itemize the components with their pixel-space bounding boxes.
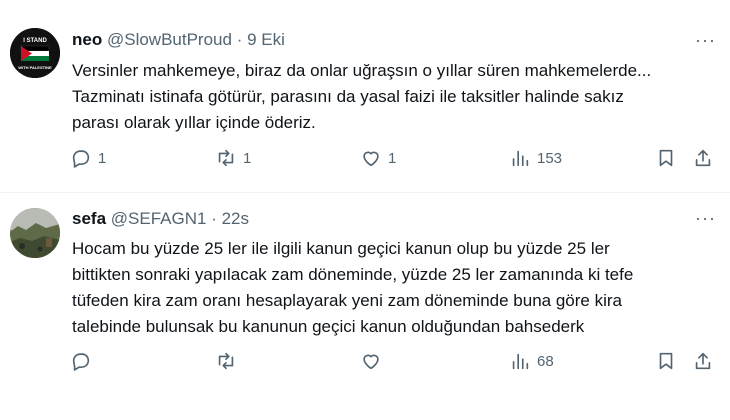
tweet-header: sefa @SEFAGN1 · 22s [72, 209, 249, 229]
share-icon [695, 352, 711, 370]
avatar-text-top: I STAND [23, 38, 47, 44]
display-name[interactable]: sefa [72, 209, 106, 228]
like-button[interactable]: 1 [360, 147, 396, 169]
more-options-button[interactable]: ··· [695, 30, 716, 51]
separator-dot: · [211, 209, 217, 228]
bookmark-button[interactable] [655, 147, 677, 169]
display-name[interactable]: neo [72, 30, 102, 49]
share-button[interactable] [692, 350, 714, 372]
tweet-text-line: talebinde bulunsak bu kanunun geçici kan… [72, 317, 585, 336]
repost-button[interactable] [215, 350, 243, 372]
timestamp[interactable]: 9 Eki [247, 30, 285, 49]
reply-button[interactable] [70, 350, 98, 372]
separator-dot: · [236, 30, 243, 49]
avatar-text-bottom: WITH PALESTINE [18, 65, 52, 70]
bookmark-icon [659, 149, 673, 167]
user-handle[interactable]: @SlowButProud [107, 30, 232, 49]
bookmark-button[interactable] [655, 350, 677, 372]
avatar[interactable]: I STAND WITH PALESTINE [10, 28, 60, 78]
tweet-text-line: Hocam bu yüzde 25 ler ile ilgili kanun g… [72, 239, 610, 258]
views-count: 68 [537, 352, 554, 370]
landscape-photo-avatar [10, 208, 60, 258]
tweet-neo[interactable]: I STAND WITH PALESTINE neo @SlowButProud… [0, 0, 730, 193]
more-options-button[interactable]: ··· [695, 208, 716, 229]
like-count: 1 [388, 149, 397, 167]
views-icon [512, 353, 529, 370]
tweet-text: Hocam bu yüzde 25 ler ile ilgili kanun g… [72, 236, 722, 340]
tweet-text-line: tüfeden kira zam oranı hesaplayarak yeni… [72, 291, 622, 310]
share-icon [695, 149, 711, 167]
share-button[interactable] [692, 147, 714, 169]
user-handle[interactable]: @SEFAGN1 [111, 209, 207, 228]
action-bar: 1 1 1 153 [0, 147, 730, 177]
tweet-text: Versinler mahkemeye, biraz da onlar uğra… [72, 58, 722, 136]
reply-icon [72, 353, 90, 371]
palestine-flag-avatar: I STAND WITH PALESTINE [10, 28, 60, 78]
views-icon [512, 150, 529, 167]
reply-count: 1 [98, 149, 107, 167]
views-button[interactable]: 153 [509, 147, 562, 169]
timestamp[interactable]: 22s [222, 209, 249, 228]
tweet-divider [0, 192, 730, 193]
tweet-text-line: bittikten sonraki yapılacak zam dönemind… [72, 265, 634, 284]
tweet-text-line: Versinler mahkemeye, biraz da onlar uğra… [72, 61, 652, 80]
tweet-text-line: Tazminatı istinafa götürür, parasını da … [72, 87, 624, 106]
tweet-header: neo @SlowButProud · 9 Eki [72, 30, 285, 50]
reply-button[interactable]: 1 [70, 147, 106, 169]
repost-button[interactable]: 1 [215, 147, 251, 169]
like-button[interactable] [360, 350, 388, 372]
tweet-sefa[interactable]: sefa @SEFAGN1 · 22s ··· Hocam bu yüzde 2… [0, 194, 730, 420]
avatar[interactable] [10, 208, 60, 258]
views-count: 153 [537, 149, 563, 167]
repost-icon [218, 149, 234, 167]
repost-count: 1 [243, 149, 252, 167]
views-button[interactable]: 68 [509, 350, 554, 372]
like-icon [363, 151, 379, 167]
tweet-text-line: parası olarak yıllar içinde öderiz. [72, 113, 316, 132]
repost-icon [218, 352, 234, 370]
like-icon [363, 354, 379, 370]
bookmark-icon [659, 352, 673, 370]
reply-icon [72, 150, 90, 168]
action-bar: 68 [0, 350, 730, 380]
